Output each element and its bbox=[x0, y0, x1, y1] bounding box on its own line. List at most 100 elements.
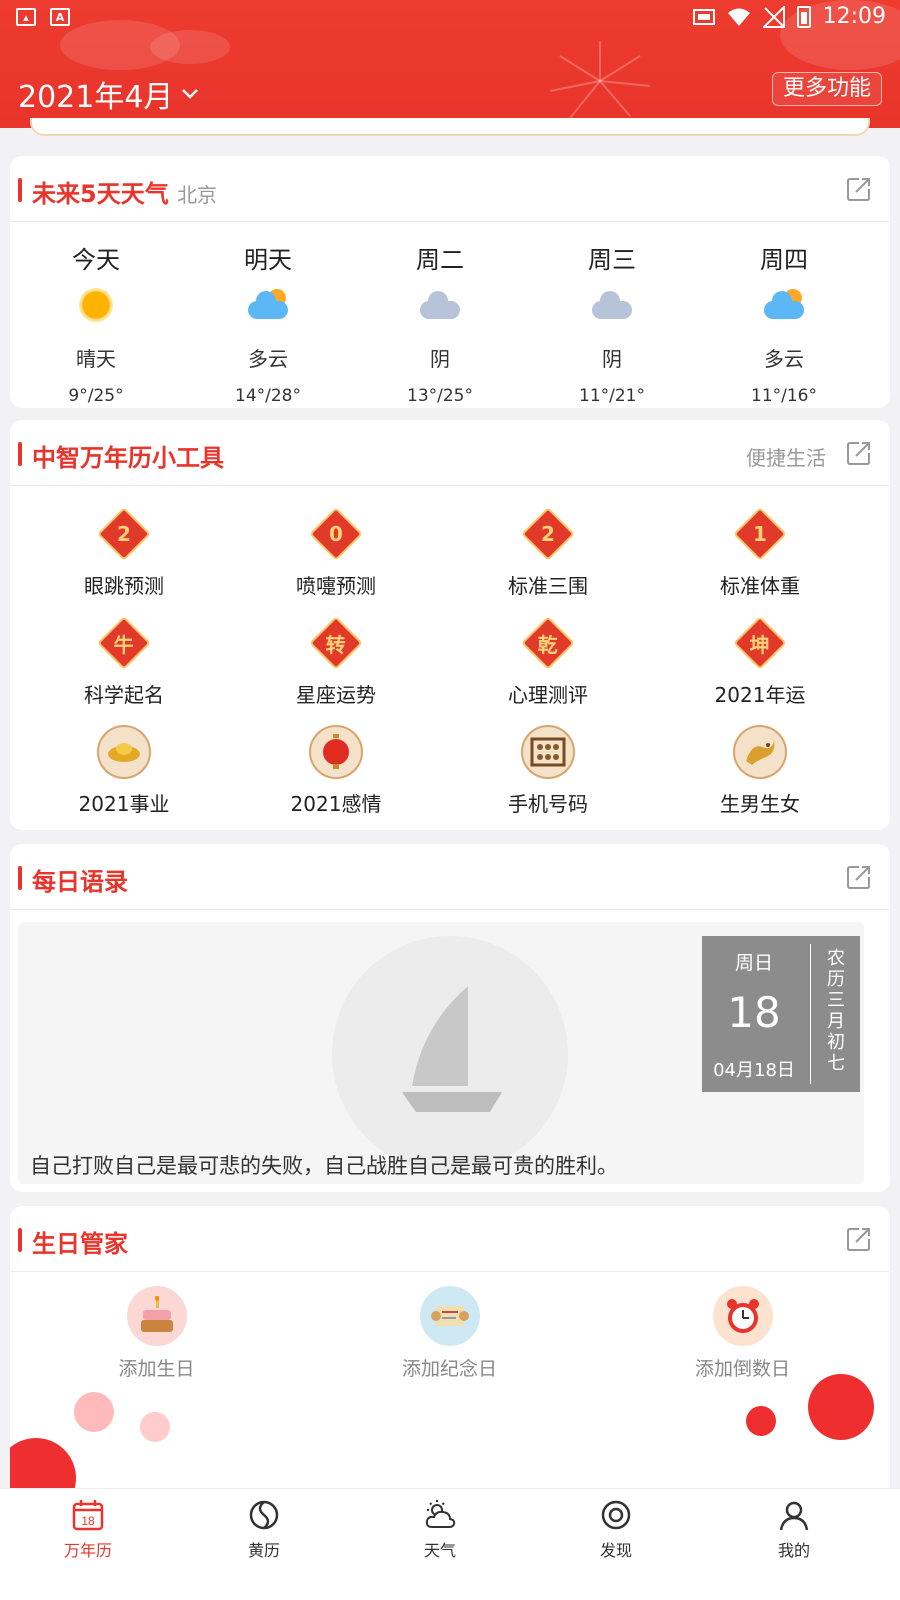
title-accent-bar bbox=[18, 178, 22, 202]
weather-card: 未来5天天气 北京 今天 晴天 9°/25° 明天 多云 14°/28° 周二 … bbox=[10, 156, 890, 408]
dragon-icon bbox=[733, 725, 787, 779]
ox-badge-icon: 牛 bbox=[97, 616, 151, 670]
overcast-icon bbox=[590, 289, 634, 321]
gallery-notification-icon: ▴ bbox=[16, 8, 36, 26]
weather-condition: 晴天 bbox=[76, 347, 116, 371]
quote-image[interactable]: 周日 18 04月18日 农历三月初七 自己打败自己是最可悲的失败，自己战胜自己… bbox=[18, 922, 864, 1184]
badge-glyph: 转 bbox=[326, 632, 346, 657]
weather-condition: 阴 bbox=[430, 347, 450, 371]
sailboat-placeholder-icon bbox=[332, 936, 568, 1172]
number-two-badge-icon: 2 bbox=[521, 507, 575, 561]
weather-card-header: 未来5天天气 北京 bbox=[10, 156, 890, 222]
discover-icon bbox=[601, 1500, 631, 1530]
app-notification-icon: A bbox=[50, 8, 70, 26]
partly-cloudy-icon bbox=[762, 289, 806, 321]
battery-icon bbox=[796, 5, 811, 28]
weather-day[interactable]: 周三 阴 11°/21° bbox=[526, 240, 698, 406]
add-birthday-button[interactable]: 添加生日 bbox=[10, 1286, 303, 1381]
badge-glyph: 1 bbox=[753, 521, 767, 546]
turn-badge-icon: 转 bbox=[309, 616, 363, 670]
weather-temp: 14°/28° bbox=[235, 386, 301, 406]
edit-icon[interactable] bbox=[846, 176, 872, 202]
bottom-navigation: 18 万年历 黄历 天气 发现 我的 bbox=[0, 1488, 900, 1600]
tool-psych-test[interactable]: 乾 心理测评 bbox=[438, 613, 658, 708]
tools-subtitle[interactable]: 便捷生活 bbox=[746, 442, 826, 471]
nav-discover[interactable]: 发现 bbox=[556, 1499, 676, 1561]
month-selector[interactable]: 2021年4月 bbox=[18, 72, 199, 116]
badge-glyph: 坤 bbox=[750, 632, 770, 657]
tool-sneeze[interactable]: 0 喷嚏预测 bbox=[226, 504, 446, 599]
weather-day[interactable]: 明天 多云 14°/28° bbox=[182, 240, 354, 406]
calendar-icon-number: 18 bbox=[81, 1514, 95, 1528]
nav-label: 万年历 bbox=[63, 1541, 112, 1560]
nav-calendar[interactable]: 18 万年历 bbox=[28, 1499, 148, 1561]
tool-horoscope[interactable]: 转 星座运势 bbox=[226, 613, 446, 708]
sunny-icon bbox=[79, 288, 113, 322]
badge-glyph: 乾 bbox=[538, 632, 558, 657]
weather-day-label: 周三 bbox=[588, 246, 636, 274]
weather-day-label: 周二 bbox=[416, 246, 464, 274]
tool-label: 星座运势 bbox=[296, 683, 376, 707]
tool-love[interactable]: 2021感情 bbox=[226, 722, 446, 817]
add-birthday-label: 添加生日 bbox=[118, 1358, 195, 1380]
weather-day[interactable]: 周二 阴 13°/25° bbox=[354, 240, 526, 406]
cast-icon bbox=[692, 8, 715, 25]
date-badge: 周日 18 04月18日 农历三月初七 bbox=[702, 936, 860, 1092]
tool-eye-twitch[interactable]: 2 眼跳预测 bbox=[14, 504, 234, 599]
weather-day[interactable]: 周四 多云 11°/16° bbox=[698, 240, 870, 406]
weather-icon bbox=[425, 1500, 456, 1528]
badge-glyph: 2 bbox=[117, 521, 131, 546]
chevron-down-icon bbox=[182, 89, 199, 99]
weather-day[interactable]: 今天 晴天 9°/25° bbox=[10, 240, 182, 406]
tool-baby-gender[interactable]: 生男生女 bbox=[650, 722, 870, 817]
calendar-card-edge bbox=[30, 118, 870, 136]
number-one-badge-icon: 1 bbox=[733, 507, 787, 561]
nav-profile[interactable]: 我的 bbox=[734, 1499, 854, 1561]
add-countdown-button[interactable]: 添加倒数日 bbox=[596, 1286, 889, 1381]
weather-title: 未来5天天气 北京 bbox=[32, 174, 217, 209]
weather-condition: 阴 bbox=[602, 347, 622, 371]
partly-cloudy-icon bbox=[246, 289, 290, 321]
abacus-icon bbox=[521, 725, 575, 779]
add-anniversary-button[interactable]: 添加纪念日 bbox=[303, 1286, 596, 1381]
nav-label: 我的 bbox=[777, 1541, 810, 1560]
tool-label: 心理测评 bbox=[508, 683, 588, 707]
birthday-card: 生日管家 添加生日 添加纪念日 添加倒数日 bbox=[10, 1206, 890, 1488]
tool-career[interactable]: 2021事业 bbox=[14, 722, 234, 817]
lantern-icon bbox=[309, 725, 363, 779]
weather-condition: 多云 bbox=[764, 347, 804, 371]
more-features-button[interactable]: 更多功能 bbox=[771, 72, 882, 106]
edit-icon[interactable] bbox=[846, 864, 872, 890]
tool-label: 喷嚏预测 bbox=[296, 574, 376, 598]
tool-naming[interactable]: 牛 科学起名 bbox=[14, 613, 234, 708]
title-accent-bar bbox=[18, 866, 22, 890]
quote-title: 每日语录 bbox=[32, 868, 128, 896]
month-label: 2021年4月 bbox=[18, 80, 174, 115]
qian-badge-icon: 乾 bbox=[521, 616, 575, 670]
nav-weather[interactable]: 天气 bbox=[380, 1499, 500, 1561]
edit-icon[interactable] bbox=[846, 1226, 872, 1252]
tool-body-measure[interactable]: 2 标准三围 bbox=[438, 504, 658, 599]
nav-label: 天气 bbox=[423, 1541, 456, 1560]
nav-label: 黄历 bbox=[247, 1541, 280, 1560]
add-anniversary-label: 添加纪念日 bbox=[401, 1358, 497, 1380]
number-zero-badge-icon: 0 bbox=[309, 507, 363, 561]
number-two-badge-icon: 2 bbox=[97, 507, 151, 561]
cake-icon bbox=[126, 1286, 187, 1346]
edit-icon[interactable] bbox=[846, 440, 872, 466]
tool-phone-number[interactable]: 手机号码 bbox=[438, 722, 658, 817]
tool-yearly-fortune[interactable]: 坤 2021年运 bbox=[650, 613, 870, 708]
weather-title-text: 未来5天天气 bbox=[32, 180, 169, 208]
no-signal-icon bbox=[762, 5, 785, 28]
badge-glyph: 2 bbox=[541, 521, 555, 546]
overcast-icon bbox=[418, 289, 462, 321]
nav-almanac[interactable]: 黄历 bbox=[204, 1499, 324, 1561]
weather-day-label: 明天 bbox=[244, 246, 292, 274]
tool-label: 2021年运 bbox=[714, 683, 806, 707]
firework-decoration bbox=[549, 41, 651, 119]
weather-temp: 11°/16° bbox=[751, 386, 817, 406]
app-header: ▴ A 12:09 2021年4月 更多功能 bbox=[0, 0, 900, 128]
tool-label: 生男生女 bbox=[720, 792, 800, 816]
tool-label: 标准三围 bbox=[508, 574, 588, 598]
tool-weight[interactable]: 1 标准体重 bbox=[650, 504, 870, 599]
